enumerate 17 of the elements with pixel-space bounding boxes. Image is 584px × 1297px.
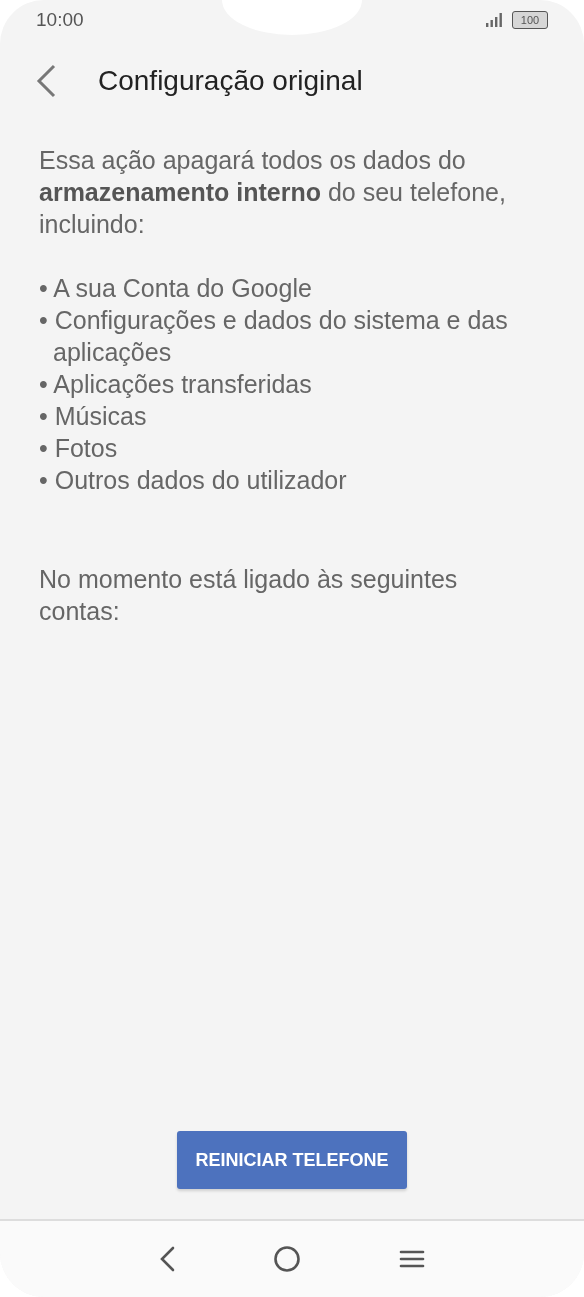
- data-list-item: • Aplicações transferidas: [39, 369, 313, 400]
- data-list-item: • Músicas: [39, 401, 148, 432]
- menu-icon[interactable]: [399, 1249, 425, 1269]
- accounts-text: No momento está ligado às seguintes contas:: [39, 564, 459, 627]
- data-list-item: • A sua Conta do Google: [39, 273, 313, 304]
- data-list-item: • Configurações e dados do sistema e das aplicações: [39, 305, 509, 368]
- data-list-item: • Outros dados do utilizador: [39, 465, 348, 496]
- warning-text: Essa ação apagará todos os dados do armazenamento interno do seu telefone, incluindo:: [39, 145, 507, 240]
- page-title: Configuração original: [98, 65, 363, 97]
- status-time: 10:00: [36, 9, 84, 31]
- reset-phone-button[interactable]: REINICIAR TELEFONE: [177, 1131, 407, 1189]
- home-icon[interactable]: [273, 1245, 301, 1273]
- data-list-item: • Fotos: [39, 433, 119, 464]
- back-icon[interactable]: [35, 64, 57, 98]
- battery-icon: 100: [512, 11, 548, 29]
- back-icon[interactable]: [159, 1246, 175, 1272]
- signal-icon: [486, 13, 504, 27]
